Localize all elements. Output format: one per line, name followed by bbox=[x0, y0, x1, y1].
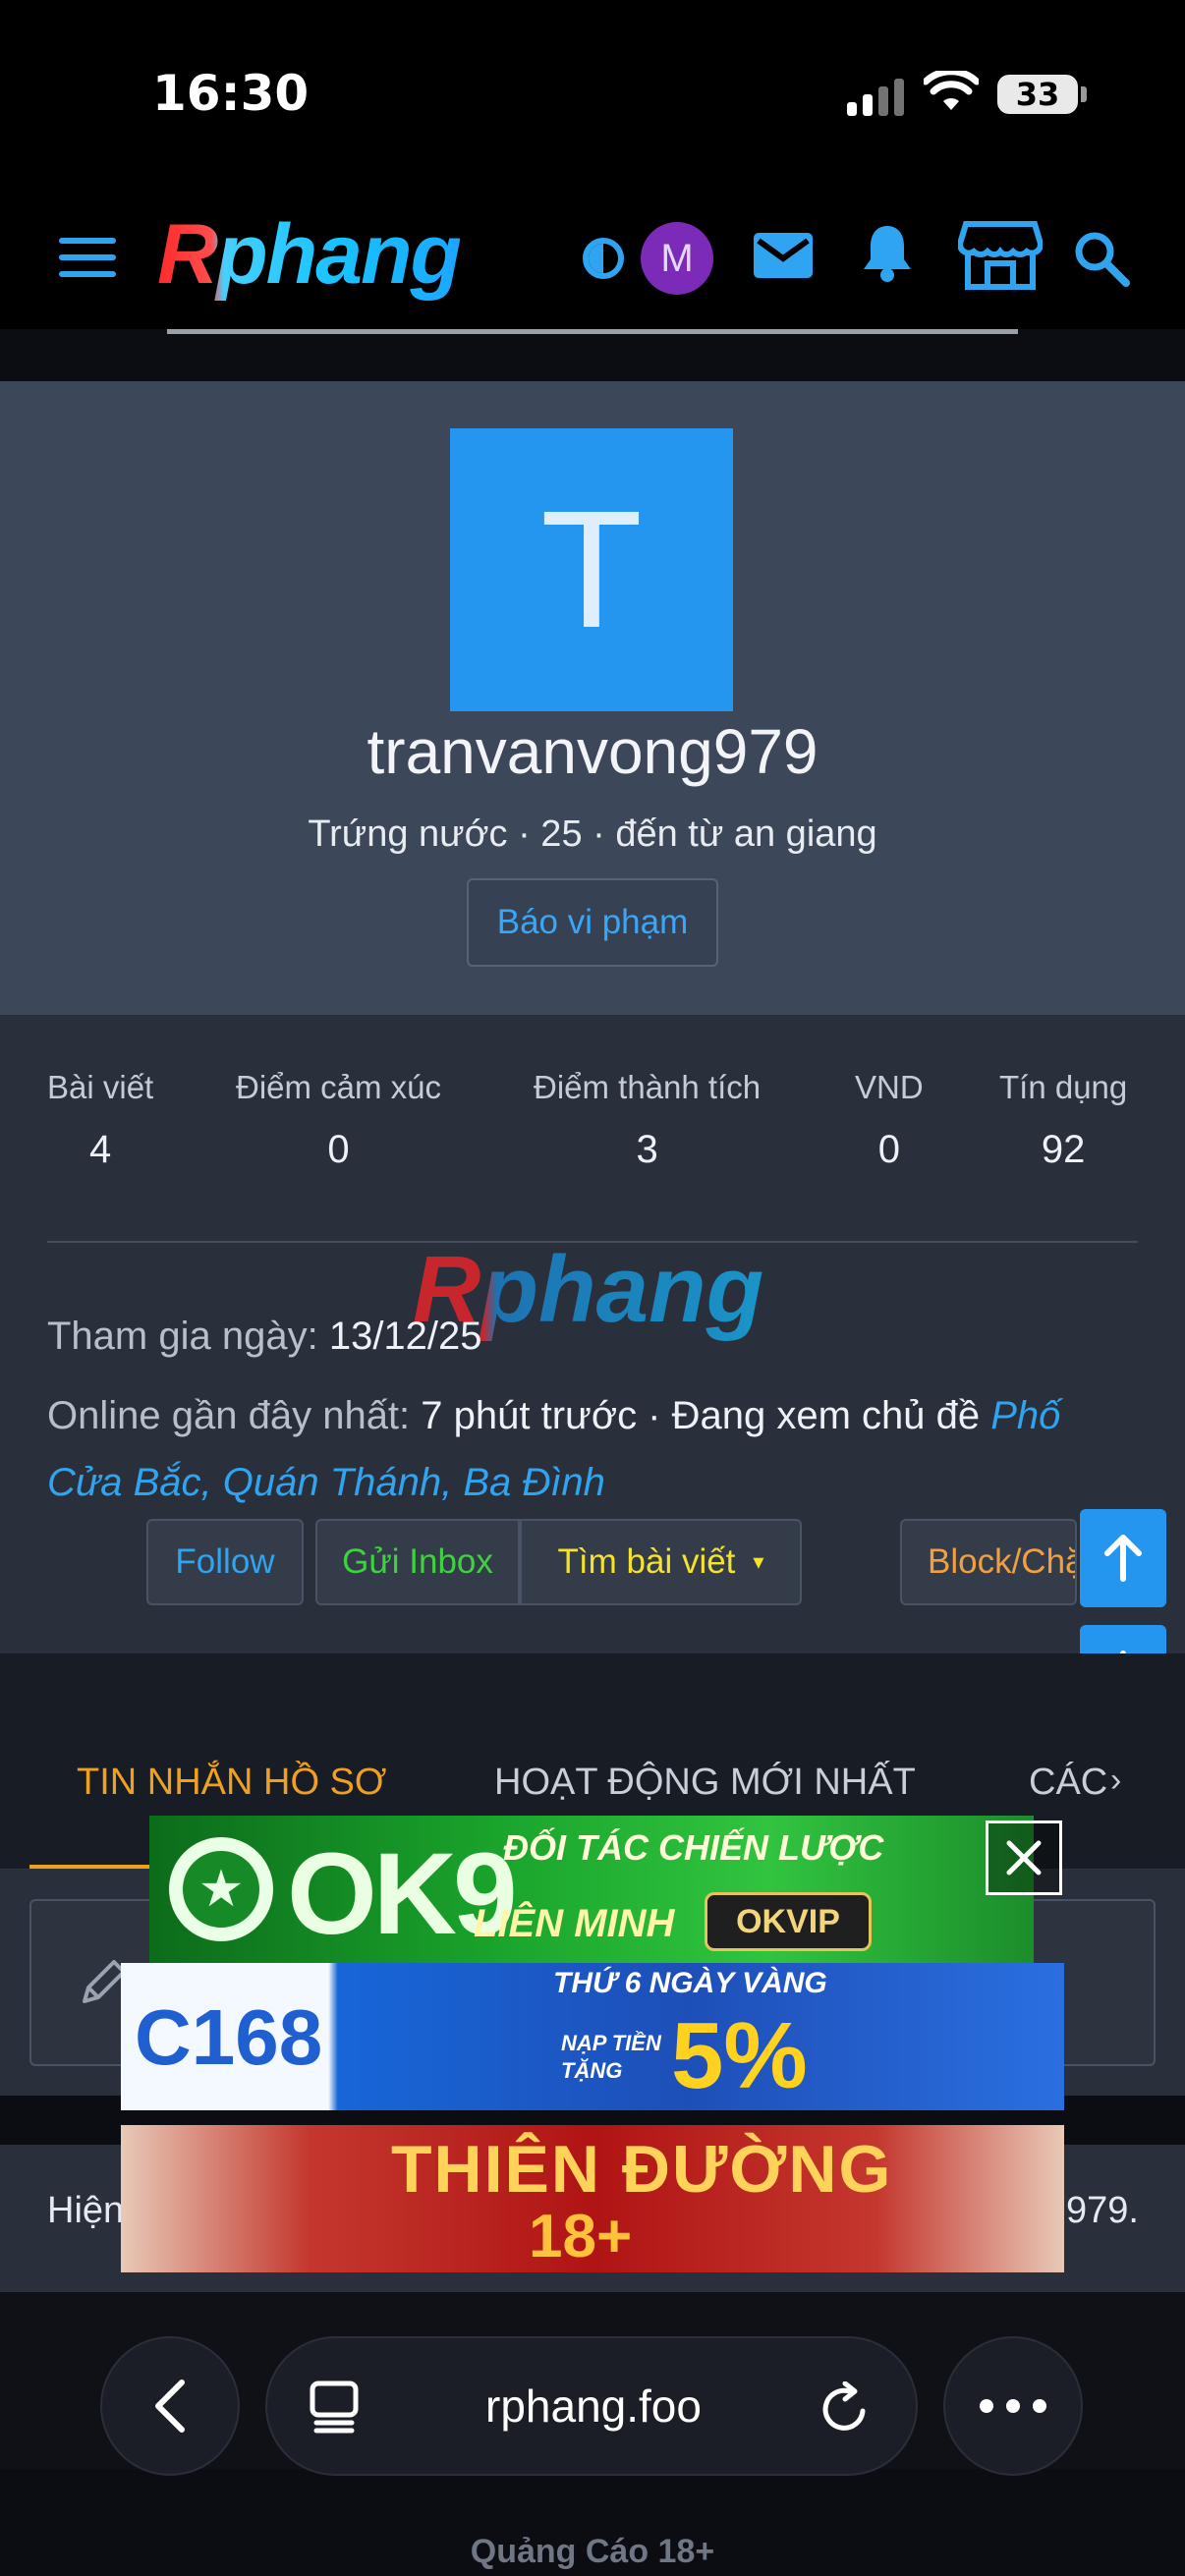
profile-stats: Bài viết 4 Điểm cảm xúc 0 Điểm thành tíc… bbox=[0, 1015, 1185, 1653]
online-value: 7 phút trước · Đang xem chủ đề bbox=[421, 1394, 981, 1437]
chevron-right-icon[interactable]: › bbox=[1110, 1762, 1121, 1800]
stat-label: VND bbox=[855, 1069, 924, 1105]
report-button[interactable]: Báo vi phạm bbox=[467, 878, 718, 967]
notice-text-start: Hiện bbox=[47, 2190, 125, 2231]
follow-button[interactable]: Follow bbox=[146, 1519, 304, 1605]
browser-more-button[interactable] bbox=[943, 2336, 1083, 2476]
header-divider bbox=[167, 329, 1018, 334]
ad-ok9-line2: LIÊN MINH bbox=[474, 1902, 675, 1945]
last-online: Online gần đây nhất: 7 phút trước · Đang… bbox=[47, 1381, 1060, 1450]
stat-credit[interactable]: Tín dụng 92 bbox=[999, 1069, 1127, 1172]
wifi-icon bbox=[924, 71, 979, 110]
last-online-cont: Cửa Bắc, Quán Thánh, Ba Đình bbox=[47, 1448, 605, 1517]
tab-latest-activity[interactable]: HOẠT ĐỘNG MỚI NHẤT bbox=[494, 1762, 916, 1804]
status-time: 16:30 bbox=[152, 65, 310, 122]
address-bar[interactable]: rphang.foo bbox=[265, 2336, 918, 2476]
profile-username: tranvanvong979 bbox=[367, 716, 818, 787]
menu-icon[interactable] bbox=[59, 238, 116, 277]
site-logo[interactable]: Rphang bbox=[157, 206, 462, 304]
chevron-left-icon bbox=[155, 2380, 185, 2433]
ad-c168-line1: THỨ 6 NGÀY VÀNG bbox=[553, 1967, 827, 1999]
arrow-up-icon bbox=[1104, 1535, 1142, 1582]
battery-icon: 33 bbox=[997, 75, 1078, 114]
stat-achievements[interactable]: Điểm thành tích 3 bbox=[534, 1069, 761, 1172]
close-icon bbox=[1006, 1840, 1042, 1876]
stat-value: 0 bbox=[877, 1128, 900, 1171]
viewing-thread-link-cont[interactable]: Cửa Bắc, Quán Thánh, Ba Đình bbox=[47, 1461, 605, 1504]
find-posts-button[interactable]: Tìm bài viết ▾ bbox=[520, 1519, 802, 1605]
stat-vnd[interactable]: VND 0 bbox=[855, 1069, 924, 1172]
tab-more[interactable]: CÁC bbox=[1029, 1762, 1107, 1804]
site-header: Rphang M bbox=[0, 187, 1185, 329]
ad-banner-ok9[interactable]: ★ OK9 ĐỐI TÁC CHIẾN LƯỢC LIÊN MINH OKVIP bbox=[149, 1816, 1034, 1963]
send-inbox-button[interactable]: Gửi Inbox bbox=[315, 1519, 520, 1605]
joined-label: Tham gia ngày: bbox=[47, 1315, 318, 1358]
tab-profile-posts[interactable]: TIN NHẮN HỒ SƠ bbox=[77, 1762, 387, 1804]
profile-avatar[interactable]: T bbox=[450, 428, 733, 711]
theme-toggle-icon[interactable] bbox=[583, 238, 624, 279]
stat-value: 92 bbox=[1041, 1128, 1086, 1171]
ad-c168-line2: NẠP TIỀN TẶNG bbox=[561, 2031, 661, 2083]
close-ad-button[interactable] bbox=[986, 1820, 1062, 1895]
browser-back-button[interactable] bbox=[100, 2336, 240, 2476]
joined-value: 13/12/25 bbox=[328, 1315, 482, 1358]
ad-ok9-line1: ĐỐI TÁC CHIẾN LƯỢC bbox=[503, 1827, 884, 1868]
caret-down-icon: ▾ bbox=[753, 1549, 764, 1574]
account-avatar[interactable]: M bbox=[641, 222, 713, 295]
cellular-signal-icon bbox=[847, 77, 906, 116]
ad-ok9-partner: OKVIP bbox=[705, 1892, 872, 1951]
profile-card: T tranvanvong979 Trứng nước · 25 · đến t… bbox=[0, 381, 1185, 1015]
ad-c168-brand: C168 bbox=[135, 1993, 323, 2081]
scroll-top-button[interactable] bbox=[1080, 1509, 1166, 1607]
bell-icon[interactable] bbox=[859, 222, 916, 283]
ok9-star-icon: ★ bbox=[169, 1837, 273, 1941]
browser-toolbar: rphang.foo bbox=[0, 2292, 1185, 2476]
online-label: Online gần đây nhất: bbox=[47, 1394, 411, 1437]
stat-reactions[interactable]: Điểm cảm xúc 0 bbox=[236, 1069, 441, 1172]
ad-banner-adult[interactable]: THIÊN ĐƯỜNG 18+ bbox=[121, 2125, 1064, 2272]
mail-icon[interactable] bbox=[753, 228, 814, 283]
stat-value: 0 bbox=[327, 1128, 350, 1171]
joined-date: Tham gia ngày: 13/12/25 bbox=[47, 1302, 482, 1371]
block-button[interactable]: Block/Chặn bbox=[900, 1519, 1077, 1605]
stat-label: Bài viết bbox=[47, 1069, 154, 1105]
ad-adult-line1: THIÊN ĐƯỜNG bbox=[391, 2132, 893, 2207]
battery-tip bbox=[1081, 86, 1087, 102]
ad-adult-line2: 18+ bbox=[529, 2203, 633, 2270]
search-icon[interactable] bbox=[1073, 230, 1130, 287]
notice-text-end: 979. bbox=[1066, 2190, 1139, 2231]
stat-label: Điểm cảm xúc bbox=[236, 1069, 442, 1105]
more-icon bbox=[980, 2399, 1046, 2413]
store-icon[interactable] bbox=[958, 220, 1043, 291]
profile-meta: Trứng nước · 25 · đến từ an giang bbox=[308, 813, 877, 855]
viewing-thread-link[interactable]: Phố bbox=[990, 1394, 1060, 1437]
find-posts-label: Tìm bài viết bbox=[557, 1542, 736, 1581]
stat-value: 3 bbox=[636, 1128, 658, 1171]
footer-ad-label: Quảng Cáo 18+ bbox=[470, 2533, 715, 2570]
ad-c168-percent: 5% bbox=[671, 2003, 808, 2108]
ad-banner-c168[interactable]: C168 THỨ 6 NGÀY VÀNG NẠP TIỀN TẶNG 5% bbox=[121, 1963, 1064, 2110]
stat-posts[interactable]: Bài viết 4 bbox=[47, 1069, 153, 1172]
stat-label: Tín dụng bbox=[999, 1069, 1128, 1105]
reload-icon[interactable] bbox=[819, 2381, 871, 2435]
stat-label: Điểm thành tích bbox=[534, 1069, 762, 1105]
stat-value: 4 bbox=[88, 1128, 112, 1171]
status-bar: 16:30 33 bbox=[0, 0, 1185, 187]
